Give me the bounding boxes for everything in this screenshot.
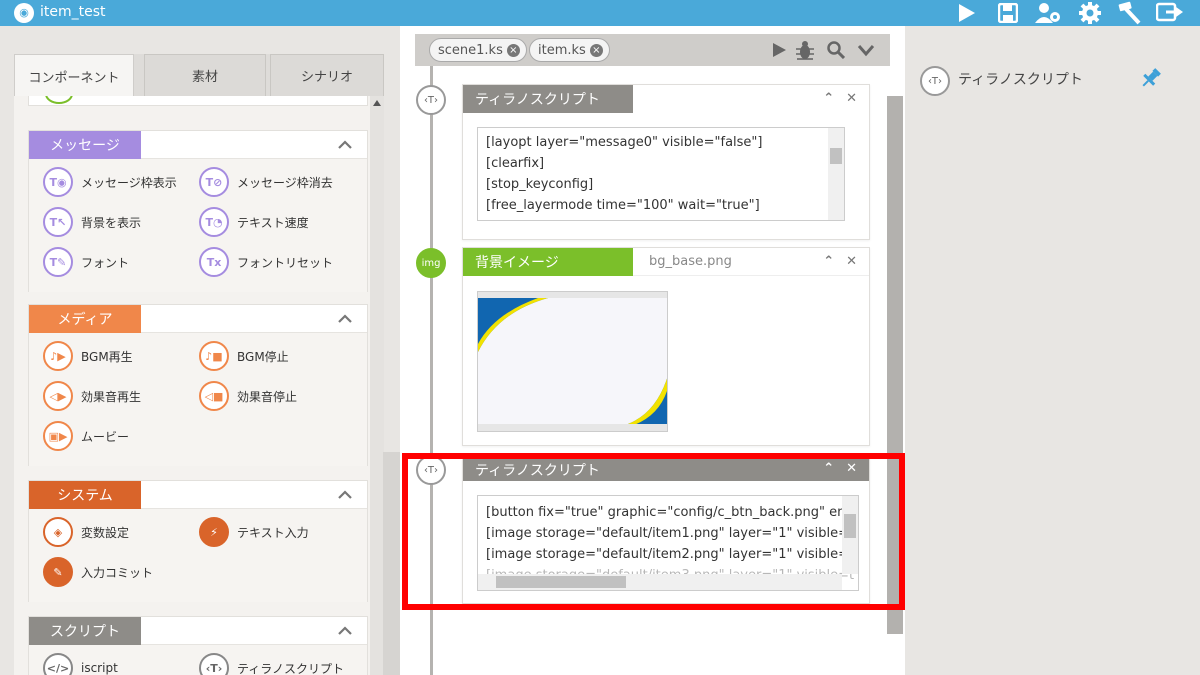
section-title: メッセージ bbox=[29, 130, 141, 159]
chevron-up-icon[interactable] bbox=[337, 487, 353, 503]
section-title: システム bbox=[29, 480, 141, 509]
scroll-up-icon[interactable] bbox=[373, 100, 381, 106]
script-card: ティラノスクリプト ⌃ ✕ [layopt layer="message0" vi… bbox=[462, 84, 870, 240]
component-item[interactable]: Tx フォントリセット bbox=[199, 247, 333, 277]
play-icon[interactable] bbox=[771, 42, 787, 58]
tab-assets[interactable]: 素材 bbox=[144, 54, 266, 96]
image-filename: bg_base.png bbox=[649, 254, 732, 269]
search-icon[interactable] bbox=[827, 41, 845, 59]
users-gear-icon[interactable] bbox=[1034, 0, 1062, 26]
save-icon[interactable] bbox=[994, 0, 1022, 26]
background-thumbnail bbox=[477, 291, 668, 432]
highlight-box bbox=[402, 453, 905, 610]
globe-icon: ◉ bbox=[14, 3, 34, 23]
bgm-play-icon: ♪▶ bbox=[43, 341, 73, 371]
component-item[interactable]: ♪▶ BGM再生 bbox=[43, 341, 133, 371]
partial-icon bbox=[45, 96, 73, 104]
app-title: item_test bbox=[40, 4, 106, 20]
card-title: 背景イメージ bbox=[463, 247, 633, 276]
component-item[interactable]: ‹T› ティラノスクリプト bbox=[199, 653, 344, 675]
section-title: スクリプト bbox=[29, 616, 141, 645]
section-system: システム ◈ 変数設定 ⚡ テキスト入力 ✎ 入力コミット bbox=[28, 480, 368, 602]
close-icon[interactable]: ✕ bbox=[846, 254, 857, 269]
background-image-card: 背景イメージ bg_base.png ⌃ ✕ bbox=[462, 247, 870, 446]
tab-components[interactable]: コンポーネント bbox=[14, 54, 134, 98]
left-scrollbar[interactable] bbox=[370, 96, 384, 675]
file-tab-scene1[interactable]: scene1.ks × bbox=[429, 38, 527, 62]
file-tab-bar: scene1.ks × item.ks × bbox=[415, 34, 890, 66]
message-hide-icon: T⊘ bbox=[199, 167, 229, 197]
component-item[interactable]: ◈ 変数設定 bbox=[43, 517, 129, 547]
play-icon[interactable] bbox=[952, 0, 980, 26]
component-item[interactable]: ⚡ テキスト入力 bbox=[199, 517, 309, 547]
close-icon[interactable]: × bbox=[506, 43, 520, 57]
movie-icon: ▣▶ bbox=[43, 421, 73, 451]
code-line: [stop_keyconfig] bbox=[486, 177, 594, 192]
export-icon[interactable] bbox=[1156, 0, 1184, 26]
component-item[interactable]: ♪■ BGM停止 bbox=[199, 341, 289, 371]
chevron-up-icon[interactable]: ⌃ bbox=[823, 91, 834, 106]
section-media: メディア ♪▶ BGM再生 ♪■ BGM停止 ◁▶ 効果音再生 ◁■ 効果音停止 ▣▶ ム… bbox=[28, 304, 368, 466]
file-tab-item[interactable]: item.ks × bbox=[529, 38, 610, 62]
card-title: ティラノスクリプト bbox=[463, 85, 633, 113]
se-play-icon: ◁▶ bbox=[43, 381, 73, 411]
component-item[interactable]: </> iscript bbox=[43, 653, 118, 675]
chevron-down-icon[interactable] bbox=[857, 43, 875, 57]
textarea-scrollbar[interactable] bbox=[828, 128, 844, 220]
tab-scenario[interactable]: シナリオ bbox=[270, 54, 384, 96]
lightning-icon: ⚡ bbox=[199, 517, 229, 547]
hammer-icon[interactable] bbox=[1116, 0, 1144, 26]
code-line: [layopt layer="message0" visible="false"… bbox=[486, 135, 763, 150]
bug-icon[interactable] bbox=[795, 40, 815, 60]
tyrano-t-icon: ‹T› bbox=[416, 85, 446, 115]
tyrano-t-icon: ‹T› bbox=[920, 66, 950, 96]
message-show-icon: T◉ bbox=[43, 167, 73, 197]
mid-scroll-strip bbox=[383, 452, 400, 675]
chevron-up-icon[interactable]: ⌃ bbox=[823, 254, 834, 269]
bgm-stop-icon: ♪■ bbox=[199, 341, 229, 371]
component-item[interactable]: ▣▶ ムービー bbox=[43, 421, 129, 451]
component-item[interactable]: T◉ メッセージ枠表示 bbox=[43, 167, 177, 197]
chevron-up-icon[interactable] bbox=[337, 311, 353, 327]
font-icon: T✎ bbox=[43, 247, 73, 277]
component-item[interactable]: ◁▶ 効果音再生 bbox=[43, 381, 141, 411]
code-brackets-icon: </> bbox=[43, 653, 73, 675]
pin-icon[interactable] bbox=[1139, 66, 1163, 90]
script-textarea[interactable]: [layopt layer="message0" visible="false"… bbox=[477, 127, 845, 221]
code-line: [clearfix] bbox=[486, 156, 545, 171]
section-script: スクリプト </> iscript ‹T› ティラノスクリプト bbox=[28, 616, 368, 675]
tyrano-t-icon: ‹T› bbox=[199, 653, 229, 675]
gear-icon[interactable] bbox=[1076, 0, 1104, 26]
component-list: メッセージ T◉ メッセージ枠表示 T⊘ メッセージ枠消去 T↖ 背景を表示 T◔ テキ… bbox=[14, 96, 384, 675]
section-title: メディア bbox=[29, 304, 141, 333]
code-line: [free_layermode time="100" wait="true"] bbox=[486, 198, 760, 213]
font-reset-icon: Tx bbox=[199, 247, 229, 277]
component-item[interactable]: T✎ フォント bbox=[43, 247, 129, 277]
component-item[interactable]: T↖ 背景を表示 bbox=[43, 207, 141, 237]
commit-icon: ✎ bbox=[43, 557, 73, 587]
title-bar: ◉ item_test bbox=[0, 0, 1200, 26]
chevron-up-icon[interactable] bbox=[337, 137, 353, 153]
section-partial bbox=[28, 96, 368, 106]
section-message: メッセージ T◉ メッセージ枠表示 T⊘ メッセージ枠消去 T↖ 背景を表示 T◔ テキ… bbox=[28, 130, 368, 292]
component-item[interactable]: ✎ 入力コミット bbox=[43, 557, 153, 587]
se-stop-icon: ◁■ bbox=[199, 381, 229, 411]
close-icon[interactable]: ✕ bbox=[846, 91, 857, 106]
text-speed-icon: T◔ bbox=[199, 207, 229, 237]
chevron-up-icon[interactable] bbox=[337, 623, 353, 639]
component-item[interactable]: T⊘ メッセージ枠消去 bbox=[199, 167, 333, 197]
property-title: ティラノスクリプト bbox=[958, 72, 1083, 88]
text-cursor-icon: T↖ bbox=[43, 207, 73, 237]
property-panel: ‹T› ティラノスクリプト bbox=[905, 26, 1200, 675]
component-item[interactable]: ◁■ 効果音停止 bbox=[199, 381, 297, 411]
close-icon[interactable]: × bbox=[589, 43, 603, 57]
component-item[interactable]: T◔ テキスト速度 bbox=[199, 207, 309, 237]
image-icon: img bbox=[416, 248, 446, 278]
component-panel: コンポーネント 素材 シナリオ メッセージ T◉ メッセージ枠表示 T⊘ メッセージ… bbox=[14, 54, 384, 675]
variable-box-icon: ◈ bbox=[43, 517, 73, 547]
